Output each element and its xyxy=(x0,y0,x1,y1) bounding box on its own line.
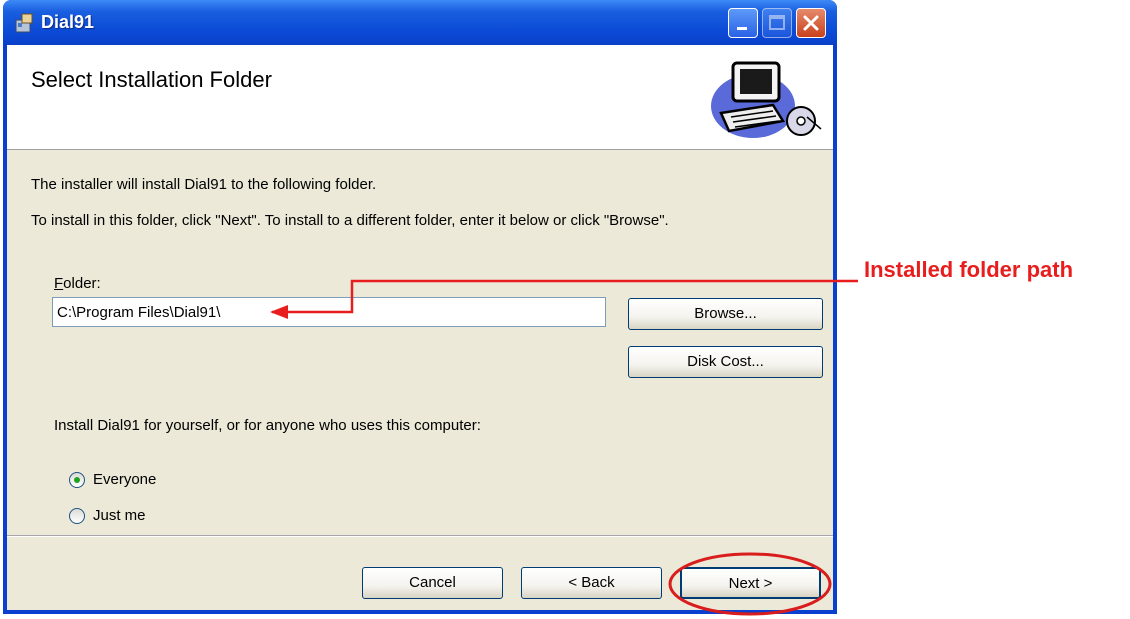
annotation-arrowhead xyxy=(270,305,288,319)
annotation-arrow-line xyxy=(272,279,858,314)
annotation-label: Installed folder path xyxy=(864,257,1074,282)
next-button-highlight-ellipse xyxy=(668,552,832,616)
annotation-overlay xyxy=(270,279,858,616)
